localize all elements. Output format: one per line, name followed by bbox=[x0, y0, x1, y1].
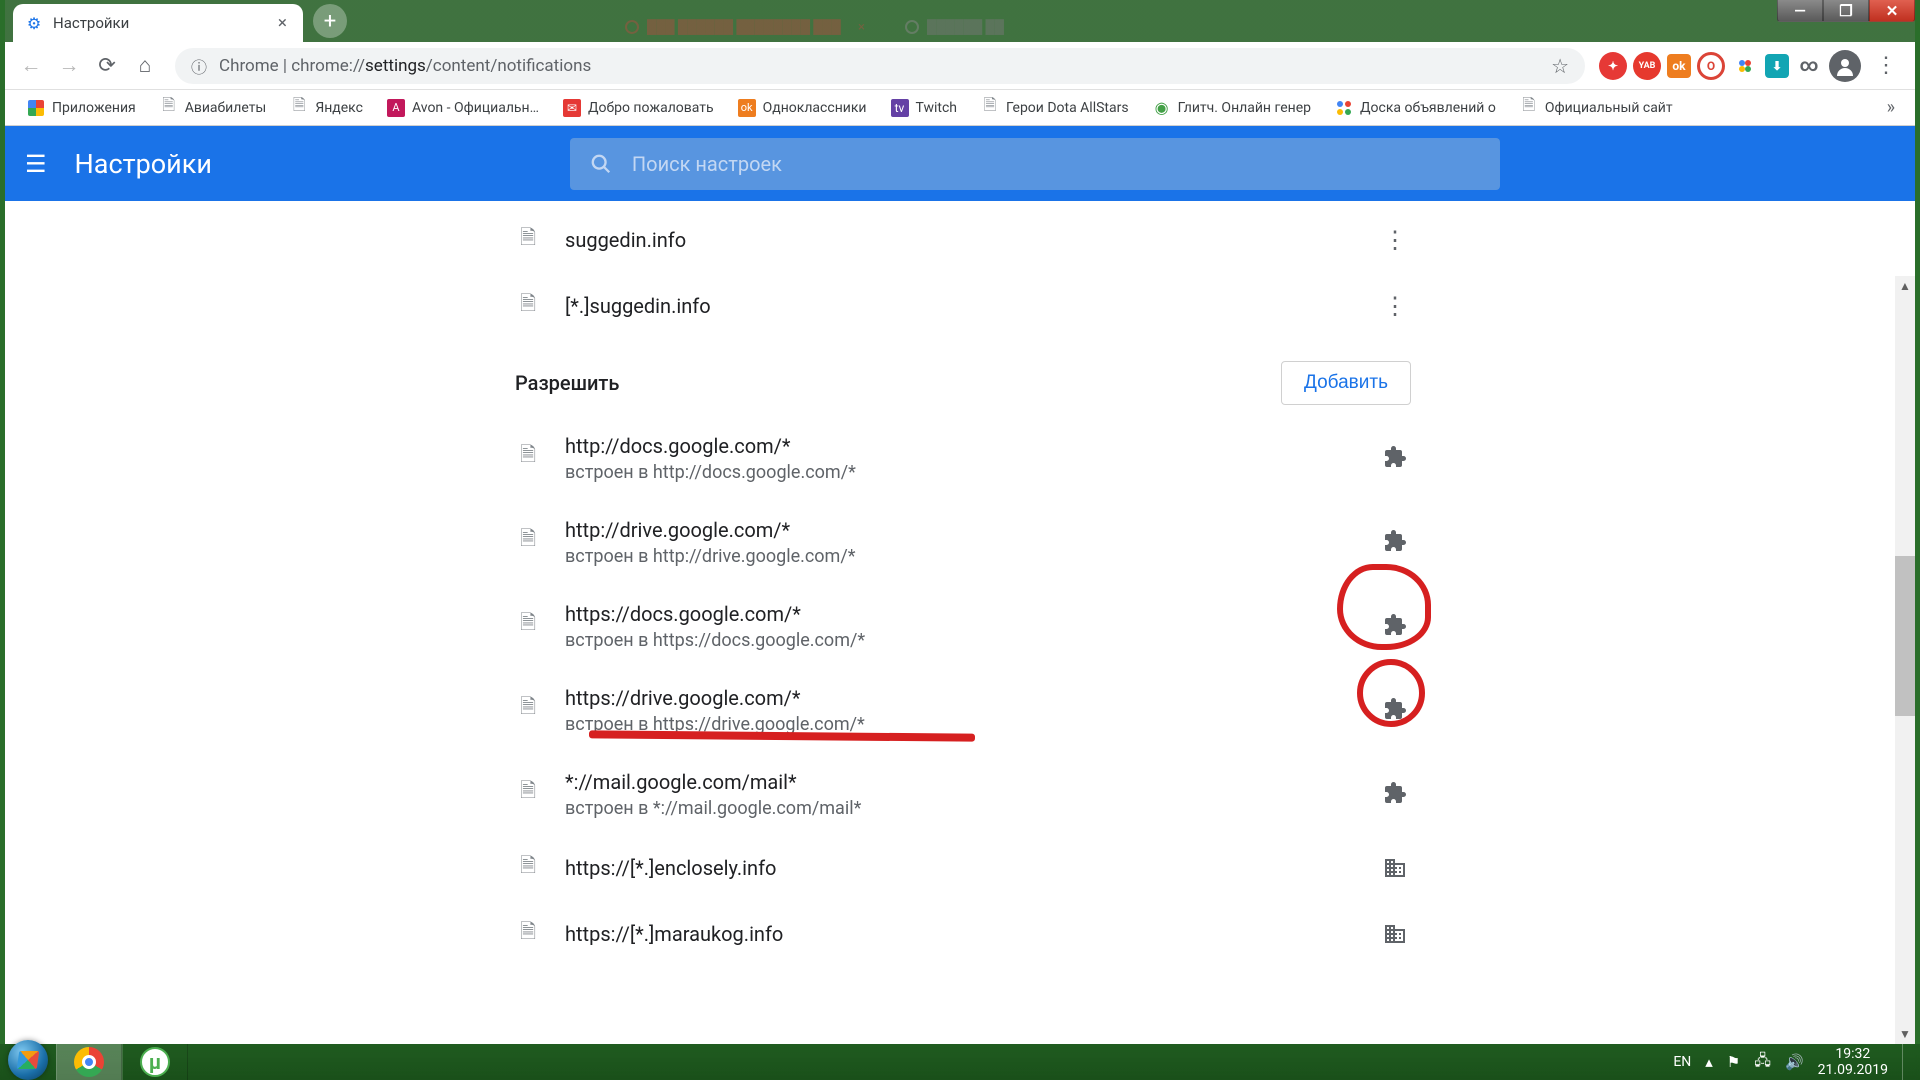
show-desktop-button[interactable] bbox=[1902, 1044, 1912, 1080]
home-button[interactable]: ⌂ bbox=[129, 50, 161, 82]
bookmark-item[interactable]: 🗎Герои Dota AllStars bbox=[973, 95, 1137, 121]
extension-icon[interactable]: ⬇ bbox=[1765, 54, 1789, 78]
bookmarks-overflow-button[interactable]: » bbox=[1881, 97, 1901, 118]
tray-network-icon[interactable]: 🖧 bbox=[1754, 1050, 1771, 1075]
site-row[interactable]: 🗎 suggedin.info ⋮ bbox=[497, 207, 1429, 273]
reload-button[interactable]: ⟳ bbox=[91, 50, 123, 82]
system-tray: EN ▴ ⚑ 🖧 🔊 19:32 21.09.2019 bbox=[1673, 1044, 1920, 1080]
menu-icon[interactable]: ☰ bbox=[25, 150, 47, 178]
forward-button[interactable]: → bbox=[53, 50, 85, 82]
settings-panel: 🗎 [*.]maruukog.info ⋮ 🗎 suggedin.info ⋮ … bbox=[497, 201, 1429, 1007]
extension-icon[interactable]: O bbox=[1697, 52, 1725, 80]
building-icon[interactable] bbox=[1379, 918, 1411, 950]
start-button[interactable] bbox=[0, 1044, 56, 1080]
file-icon: 🗎 bbox=[515, 528, 541, 554]
extension-icon[interactable]: YAB bbox=[1633, 52, 1661, 80]
puzzle-icon[interactable] bbox=[1379, 777, 1411, 809]
bookmark-item[interactable]: okОдноклассники bbox=[730, 95, 875, 121]
extension-icon[interactable] bbox=[1731, 52, 1759, 80]
tab-title: Настройки bbox=[53, 14, 264, 32]
taskbar-app-utorrent[interactable]: µ bbox=[122, 1044, 188, 1080]
browser-menu-button[interactable]: ⋮ bbox=[1867, 53, 1905, 78]
puzzle-icon[interactable] bbox=[1379, 609, 1411, 641]
page-title: Настройки bbox=[75, 148, 212, 180]
new-tab-button[interactable]: + bbox=[313, 4, 347, 38]
more-actions-button[interactable]: ⋮ bbox=[1379, 224, 1411, 256]
site-row[interactable]: 🗎http://docs.google.com/*встроен в http:… bbox=[497, 415, 1429, 499]
file-icon: 🗎 bbox=[515, 444, 541, 470]
windows-taskbar: µ EN ▴ ⚑ 🖧 🔊 19:32 21.09.2019 bbox=[0, 1044, 1920, 1080]
page-content: ☰ Настройки Поиск настроек 🗎 [*.]maruuko… bbox=[5, 126, 1915, 1044]
back-button[interactable]: ← bbox=[15, 50, 47, 82]
tray-flag-icon[interactable]: ⚑ bbox=[1727, 1053, 1740, 1071]
tray-language[interactable]: EN bbox=[1673, 1054, 1691, 1070]
settings-header: ☰ Настройки Поиск настроек bbox=[5, 126, 1915, 201]
site-info-icon[interactable]: ⓘ bbox=[191, 54, 207, 78]
file-icon: 🗎 bbox=[515, 855, 541, 881]
more-actions-button[interactable]: ⋮ bbox=[1379, 201, 1411, 203]
puzzle-icon[interactable] bbox=[1379, 525, 1411, 557]
tab-close-button[interactable]: × bbox=[274, 13, 291, 33]
puzzle-icon[interactable] bbox=[1379, 441, 1411, 473]
bookmark-star-icon[interactable]: ☆ bbox=[1551, 54, 1569, 78]
scroll-up-arrow[interactable]: ▲ bbox=[1895, 276, 1915, 296]
scrollbar[interactable]: ▲ ▼ bbox=[1895, 276, 1915, 1044]
allow-section-header: Разрешить Добавить bbox=[497, 339, 1429, 415]
profile-button[interactable] bbox=[1829, 50, 1861, 82]
site-row[interactable]: 🗎https://docs.google.com/*встроен в http… bbox=[497, 583, 1429, 667]
extension-icon[interactable]: ∞ bbox=[1795, 52, 1823, 80]
tab-strip: ⚙ Настройки × + ███ ██████ ████████ ███×… bbox=[5, 0, 1915, 42]
bookmark-item[interactable]: Приложения bbox=[19, 95, 144, 121]
window-minimize-button[interactable]: ― bbox=[1777, 0, 1823, 22]
extension-icon[interactable]: ok bbox=[1667, 54, 1691, 78]
building-icon[interactable] bbox=[1379, 852, 1411, 884]
file-icon: 🗎 bbox=[515, 227, 541, 253]
gear-icon: ⚙ bbox=[25, 14, 43, 32]
bookmark-item[interactable]: AAvon - Официальн… bbox=[379, 95, 547, 121]
search-placeholder: Поиск настроек bbox=[632, 152, 782, 176]
site-row[interactable]: 🗎*://mail.google.com/mail*встроен в *://… bbox=[497, 751, 1429, 835]
window-close-button[interactable]: ✕ bbox=[1869, 0, 1915, 22]
bookmark-item[interactable]: Доска объявлений о bbox=[1327, 95, 1504, 121]
puzzle-icon[interactable] bbox=[1379, 693, 1411, 725]
background-tab[interactable]: ███ ██████ ████████ ███× bbox=[615, 12, 875, 42]
site-row[interactable]: 🗎http://drive.google.com/*встроен в http… bbox=[497, 499, 1429, 583]
bookmarks-bar: Приложения 🗎Авиабилеты 🗎Яндекс AAvon - О… bbox=[5, 90, 1915, 126]
bookmark-item[interactable]: 🗎Официальный сайт bbox=[1512, 95, 1681, 121]
background-tab[interactable]: ██████ ██ bbox=[895, 12, 1105, 42]
settings-search-input[interactable]: Поиск настроек bbox=[570, 138, 1500, 190]
section-title: Разрешить bbox=[515, 371, 619, 395]
site-row[interactable]: 🗎https://[*.]enclosely.info bbox=[497, 835, 1429, 901]
taskbar-app-chrome[interactable] bbox=[56, 1044, 122, 1080]
bookmark-item[interactable]: ✉Добро пожаловать bbox=[555, 95, 722, 121]
more-actions-button[interactable]: ⋮ bbox=[1379, 290, 1411, 322]
add-button[interactable]: Добавить bbox=[1281, 361, 1411, 405]
browser-toolbar: ← → ⟳ ⌂ ⓘ Chrome | chrome://settings/con… bbox=[5, 42, 1915, 90]
site-row[interactable]: 🗎https://[*.]maraukog.info bbox=[497, 901, 1429, 967]
bookmark-item[interactable]: tvTwitch bbox=[883, 95, 966, 121]
window-maximize-button[interactable]: ❐ bbox=[1823, 0, 1869, 22]
tray-clock[interactable]: 19:32 21.09.2019 bbox=[1818, 1046, 1888, 1078]
file-icon: 🗎 bbox=[515, 293, 541, 319]
site-row[interactable]: 🗎 [*.]suggedin.info ⋮ bbox=[497, 273, 1429, 339]
tray-show-hidden-icon[interactable]: ▴ bbox=[1705, 1053, 1713, 1071]
search-icon bbox=[590, 153, 612, 175]
file-icon: 🗎 bbox=[515, 921, 541, 947]
extension-icon[interactable]: ✦ bbox=[1599, 52, 1627, 80]
address-bar[interactable]: ⓘ Chrome | chrome://settings/content/not… bbox=[175, 48, 1585, 84]
bookmark-item[interactable]: ◉Глитч. Онлайн генер bbox=[1145, 95, 1319, 121]
site-row[interactable]: 🗎https://drive.google.com/*встроен в htt… bbox=[497, 667, 1429, 751]
tray-volume-icon[interactable]: 🔊 bbox=[1785, 1053, 1804, 1071]
bookmark-item[interactable]: 🗎Авиабилеты bbox=[152, 95, 275, 121]
scroll-down-arrow[interactable]: ▼ bbox=[1895, 1024, 1915, 1044]
file-icon: 🗎 bbox=[515, 780, 541, 806]
bookmark-item[interactable]: 🗎Яндекс bbox=[282, 95, 371, 121]
url-display: Chrome | chrome://settings/content/notif… bbox=[219, 56, 591, 76]
file-icon: 🗎 bbox=[515, 696, 541, 722]
scroll-thumb[interactable] bbox=[1895, 556, 1915, 716]
file-icon: 🗎 bbox=[515, 612, 541, 638]
browser-tab-active[interactable]: ⚙ Настройки × bbox=[13, 4, 303, 42]
